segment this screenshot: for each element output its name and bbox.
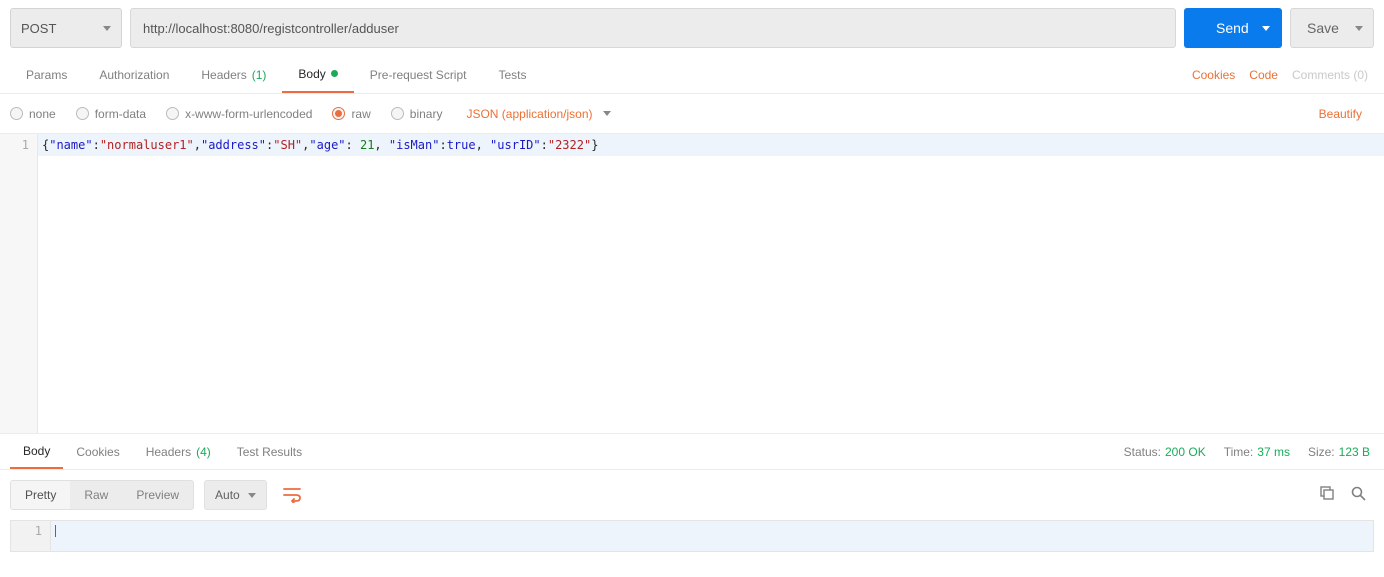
send-button[interactable]: Send bbox=[1184, 8, 1282, 48]
view-raw-button[interactable]: Raw bbox=[70, 481, 122, 509]
wrap-icon bbox=[283, 487, 301, 503]
tab-headers[interactable]: Headers (1) bbox=[185, 56, 282, 93]
body-type-formdata[interactable]: form-data bbox=[76, 107, 146, 121]
body-type-none[interactable]: none bbox=[10, 107, 56, 121]
size-label: Size:123 B bbox=[1308, 445, 1370, 459]
tab-authorization[interactable]: Authorization bbox=[83, 56, 185, 93]
http-method-select[interactable]: POST bbox=[10, 8, 122, 48]
http-method-label: POST bbox=[21, 21, 56, 36]
url-input[interactable] bbox=[130, 8, 1176, 48]
tab-prerequest[interactable]: Pre-request Script bbox=[354, 56, 483, 93]
cookies-link[interactable]: Cookies bbox=[1192, 68, 1235, 82]
headers-count-badge: (4) bbox=[196, 445, 211, 459]
response-tab-body[interactable]: Body bbox=[10, 434, 63, 469]
request-body-editor[interactable]: 1 {"name":"normaluser1","address":"SH","… bbox=[0, 134, 1384, 434]
response-tab-headers[interactable]: Headers (4) bbox=[133, 434, 224, 469]
beautify-button[interactable]: Beautify bbox=[1319, 107, 1374, 121]
time-label: Time:37 ms bbox=[1224, 445, 1290, 459]
chevron-down-icon bbox=[248, 493, 256, 498]
content-type-select[interactable]: JSON (application/json) bbox=[466, 107, 592, 121]
response-tab-cookies[interactable]: Cookies bbox=[63, 434, 132, 469]
response-tab-testresults[interactable]: Test Results bbox=[224, 434, 315, 469]
editor-gutter: 1 bbox=[0, 134, 38, 433]
chevron-down-icon bbox=[103, 26, 111, 31]
code-link[interactable]: Code bbox=[1249, 68, 1278, 82]
wrap-lines-button[interactable] bbox=[277, 480, 307, 510]
view-preview-button[interactable]: Preview bbox=[122, 481, 193, 509]
radio-icon bbox=[10, 107, 23, 120]
dot-indicator-icon bbox=[331, 70, 338, 77]
body-type-binary[interactable]: binary bbox=[391, 107, 443, 121]
response-body-editor[interactable]: 1 bbox=[10, 520, 1374, 552]
save-button[interactable]: Save bbox=[1290, 8, 1374, 48]
search-icon[interactable] bbox=[1351, 486, 1366, 504]
format-select[interactable]: Auto bbox=[204, 480, 267, 510]
chevron-down-icon bbox=[1262, 26, 1270, 31]
chevron-down-icon bbox=[1355, 26, 1363, 31]
radio-icon bbox=[391, 107, 404, 120]
view-pretty-button[interactable]: Pretty bbox=[11, 481, 70, 509]
body-type-urlencoded[interactable]: x-www-form-urlencoded bbox=[166, 107, 312, 121]
headers-count-badge: (1) bbox=[252, 68, 267, 82]
copy-icon[interactable] bbox=[1320, 486, 1335, 504]
send-label: Send bbox=[1216, 20, 1249, 36]
view-mode-group: Pretty Raw Preview bbox=[10, 480, 194, 510]
body-type-raw[interactable]: raw bbox=[332, 107, 370, 121]
radio-icon bbox=[76, 107, 89, 120]
save-label: Save bbox=[1307, 20, 1339, 36]
radio-icon bbox=[166, 107, 179, 120]
radio-icon bbox=[332, 107, 345, 120]
tab-params[interactable]: Params bbox=[10, 56, 83, 93]
status-label: Status:200 OK bbox=[1124, 445, 1206, 459]
chevron-down-icon bbox=[603, 111, 611, 116]
editor-gutter: 1 bbox=[11, 521, 51, 551]
tab-tests[interactable]: Tests bbox=[482, 56, 542, 93]
comments-link[interactable]: Comments (0) bbox=[1292, 68, 1368, 82]
tab-body[interactable]: Body bbox=[282, 56, 353, 93]
